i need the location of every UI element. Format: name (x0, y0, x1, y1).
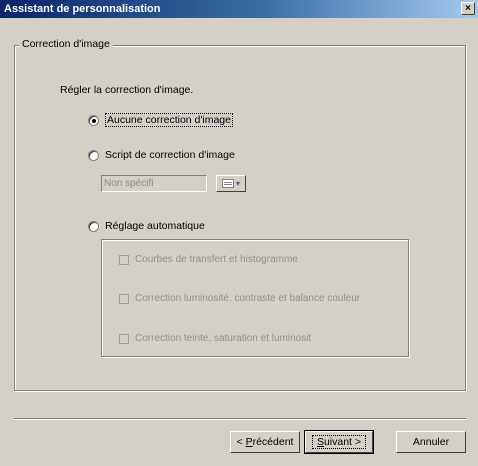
radio-no-correction[interactable]: Aucune correction d'image (88, 113, 233, 127)
chevron-down-icon: ▾ (235, 179, 240, 188)
script-field: Non spécifi (101, 175, 207, 192)
script-browse-button: ▾ (216, 175, 246, 192)
checkbox (119, 293, 129, 304)
cancel-button[interactable]: Annuler (396, 431, 466, 453)
radio-label: Script de correction d'image (105, 149, 235, 161)
radio-label: Réglage automatique (105, 220, 205, 232)
checkbox-label: Correction teinte, saturation et luminos… (135, 333, 312, 344)
radio-auto-adjust[interactable]: Réglage automatique (88, 220, 205, 232)
close-icon: × (465, 3, 471, 14)
close-button[interactable]: × (461, 2, 475, 15)
checkbox-hue-saturation: Correction teinte, saturation et luminos… (119, 333, 311, 344)
radio-button[interactable] (88, 114, 99, 126)
checkbox-transfer-curves: Courbes de transfert et histogramme (119, 254, 298, 265)
radio-label: Aucune correction d'image (105, 113, 233, 127)
list-icon (221, 179, 234, 188)
title-bar: Assistant de personnalisation × (0, 0, 478, 18)
radio-button[interactable] (88, 220, 99, 232)
checkbox-label: Courbes de transfert et histogramme (135, 254, 298, 265)
window-title: Assistant de personnalisation (4, 3, 161, 15)
back-button[interactable]: < Précédent (230, 431, 300, 453)
next-button[interactable]: Suivant > (304, 430, 374, 454)
radio-button[interactable] (88, 149, 99, 161)
group-label: Correction d'image (19, 38, 113, 50)
instruction-text: Régler la correction d'image. (60, 84, 194, 96)
checkbox-brightness-contrast: Correction luminosité, contraste et bala… (119, 293, 360, 304)
checkbox (119, 333, 129, 344)
checkbox-label: Correction luminosité, contraste et bala… (135, 293, 361, 304)
checkbox (119, 254, 129, 265)
radio-correction-script[interactable]: Script de correction d'image (88, 149, 235, 161)
button-separator (14, 418, 466, 420)
